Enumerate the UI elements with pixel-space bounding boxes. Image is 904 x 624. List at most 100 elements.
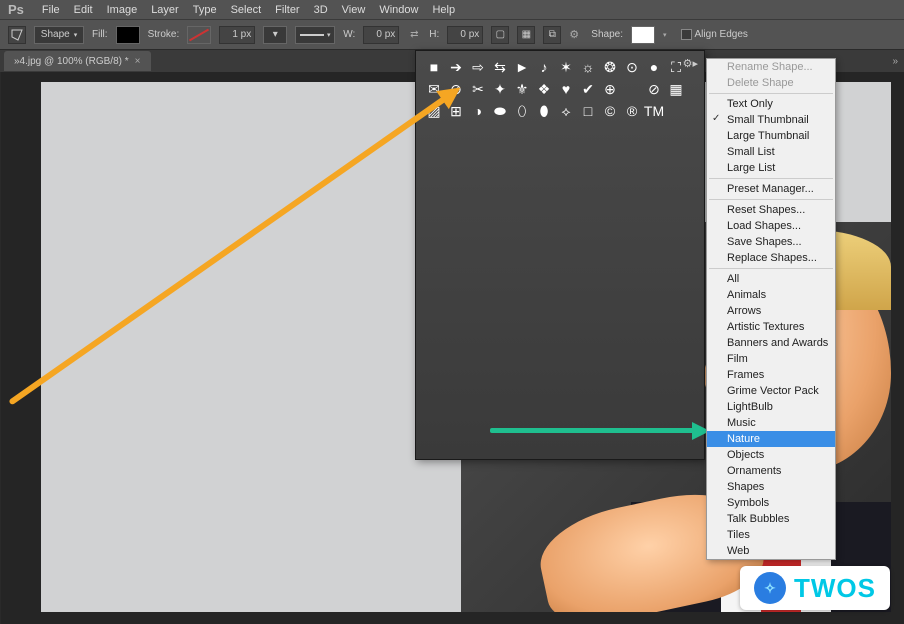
shape-preset[interactable]: ♪	[534, 57, 554, 77]
context-menu-item[interactable]: Nature	[707, 431, 835, 447]
menu-help[interactable]: Help	[432, 4, 455, 16]
tool-mode-dropdown[interactable]: Shape▾	[34, 26, 84, 44]
context-menu-item[interactable]: Objects	[707, 447, 835, 463]
close-tab-icon[interactable]: ×	[135, 56, 141, 67]
align-edges-checkbox[interactable]: Align Edges	[681, 29, 748, 40]
shape-preset[interactable]: ■	[424, 57, 444, 77]
custom-shape-tool-icon[interactable]	[8, 26, 26, 44]
context-menu-item[interactable]: Shapes	[707, 479, 835, 495]
context-menu-item[interactable]: Banners and Awards	[707, 335, 835, 351]
shape-preset[interactable]: □	[578, 101, 598, 121]
shape-preset[interactable]: ✦	[490, 79, 510, 99]
context-menu-item[interactable]: LightBulb	[707, 399, 835, 415]
context-menu-item[interactable]: Artistic Textures	[707, 319, 835, 335]
context-menu-item[interactable]: Large List	[707, 160, 835, 176]
shape-picker-swatch[interactable]	[631, 26, 655, 44]
context-menu-item[interactable]: All	[707, 271, 835, 287]
shape-preset[interactable]: ⬮	[534, 101, 554, 121]
shape-picker-caret-icon[interactable]: ▾	[663, 31, 667, 39]
stroke-options-dropdown[interactable]: ▾	[263, 26, 287, 44]
shape-preset[interactable]: ❂	[600, 57, 620, 77]
menu-filter[interactable]: Filter	[275, 4, 299, 16]
menu-edit[interactable]: Edit	[74, 4, 93, 16]
context-menu-item[interactable]: Text Only	[707, 96, 835, 112]
context-menu-item[interactable]: Tiles	[707, 527, 835, 543]
menu-window[interactable]: Window	[379, 4, 418, 16]
menu-file[interactable]: File	[42, 4, 60, 16]
context-menu-item[interactable]: Replace Shapes...	[707, 250, 835, 266]
align-edges-label: Align Edges	[695, 29, 748, 40]
shape-preset[interactable]: ➔	[446, 57, 466, 77]
link-dimensions-icon[interactable]: ⇄	[407, 28, 421, 42]
shape-preset[interactable]: ◑	[468, 101, 488, 121]
context-menu-item[interactable]: Symbols	[707, 495, 835, 511]
shape-preset[interactable]: ✔	[578, 79, 598, 99]
shape-preset[interactable]: ⇆	[490, 57, 510, 77]
context-menu-item[interactable]: Preset Manager...	[707, 181, 835, 197]
menu-layer[interactable]: Layer	[151, 4, 179, 16]
context-menu-item: Delete Shape	[707, 75, 835, 91]
shape-preset[interactable]: ●	[644, 57, 664, 77]
options-gear-icon[interactable]: ⚙	[569, 28, 583, 42]
shape-preset[interactable]: ♥	[556, 79, 576, 99]
shape-preset[interactable]: ☼	[578, 57, 598, 77]
shape-preset[interactable]: ✶	[556, 57, 576, 77]
context-menu-item[interactable]: Animals	[707, 287, 835, 303]
shape-preset[interactable]: ⬬	[490, 101, 510, 121]
context-menu-item[interactable]: Small Thumbnail	[707, 112, 835, 128]
shape-picker-panel: ⚙▸ ■➔⇨⇆►♪✶☼❂⊙●⛶✉⊘✂✦⚜❖♥✔⊕⊘▦▨⊞◑⬬⬯⬮⟡□©®TM	[415, 50, 705, 460]
context-menu-item[interactable]: Frames	[707, 367, 835, 383]
context-menu-item[interactable]: Talk Bubbles	[707, 511, 835, 527]
shape-panel-gear-icon[interactable]: ⚙▸	[683, 57, 698, 70]
shape-preset[interactable]: TM	[644, 101, 664, 121]
context-menu-separator	[709, 178, 833, 179]
shape-preset[interactable]: ►	[512, 57, 532, 77]
context-menu-item[interactable]: Load Shapes...	[707, 218, 835, 234]
path-arrangement-button[interactable]: ⧉	[543, 26, 561, 44]
context-menu-item[interactable]: Save Shapes...	[707, 234, 835, 250]
fill-label: Fill:	[92, 29, 108, 40]
context-menu-item[interactable]: Reset Shapes...	[707, 202, 835, 218]
shape-preset[interactable]: ©	[600, 101, 620, 121]
menu-3d[interactable]: 3D	[314, 4, 328, 16]
annotation-arrow-teal	[490, 428, 700, 433]
shape-preset[interactable]: ®	[622, 101, 642, 121]
shape-preset[interactable]: ⊙	[622, 57, 642, 77]
shape-preset[interactable]: ⬯	[512, 101, 532, 121]
watermark-text: TWOS	[794, 573, 876, 604]
path-operations-button[interactable]: ▢	[491, 26, 509, 44]
context-menu-item[interactable]: Ornaments	[707, 463, 835, 479]
document-tab[interactable]: »4.jpg @ 100% (RGB/8) * ×	[4, 51, 151, 71]
stroke-label: Stroke:	[148, 29, 180, 40]
stroke-type-dropdown[interactable]: ▾	[295, 26, 335, 44]
context-menu-item[interactable]: Grime Vector Pack	[707, 383, 835, 399]
expand-tabs-icon[interactable]: »	[892, 56, 898, 67]
stroke-swatch[interactable]	[187, 26, 211, 44]
stroke-width-input[interactable]: 1 px	[219, 26, 255, 44]
context-menu-item[interactable]: Small List	[707, 144, 835, 160]
shape-preset[interactable]: ⟡	[556, 101, 576, 121]
context-menu-item[interactable]: Large Thumbnail	[707, 128, 835, 144]
shape-preset[interactable]: ⚜	[512, 79, 532, 99]
context-menu-separator	[709, 93, 833, 94]
fill-swatch[interactable]	[116, 26, 140, 44]
shape-preset[interactable]: ✂	[468, 79, 488, 99]
shape-preset[interactable]: ❖	[534, 79, 554, 99]
menu-type[interactable]: Type	[193, 4, 217, 16]
shape-preset	[622, 79, 642, 99]
context-menu-item[interactable]: Arrows	[707, 303, 835, 319]
context-menu-item[interactable]: Film	[707, 351, 835, 367]
shape-preset[interactable]: ⊘	[644, 79, 664, 99]
path-alignment-button[interactable]: ▦	[517, 26, 535, 44]
height-input[interactable]: 0 px	[447, 26, 483, 44]
menu-image[interactable]: Image	[107, 4, 138, 16]
shape-preset[interactable]: ⊕	[600, 79, 620, 99]
width-input[interactable]: 0 px	[363, 26, 399, 44]
menu-view[interactable]: View	[342, 4, 366, 16]
context-menu-item[interactable]: Music	[707, 415, 835, 431]
shape-preset[interactable]: ▦	[666, 79, 686, 99]
context-menu-item: Rename Shape...	[707, 59, 835, 75]
context-menu-item[interactable]: Web	[707, 543, 835, 559]
shape-preset[interactable]: ⇨	[468, 57, 488, 77]
menu-select[interactable]: Select	[231, 4, 262, 16]
